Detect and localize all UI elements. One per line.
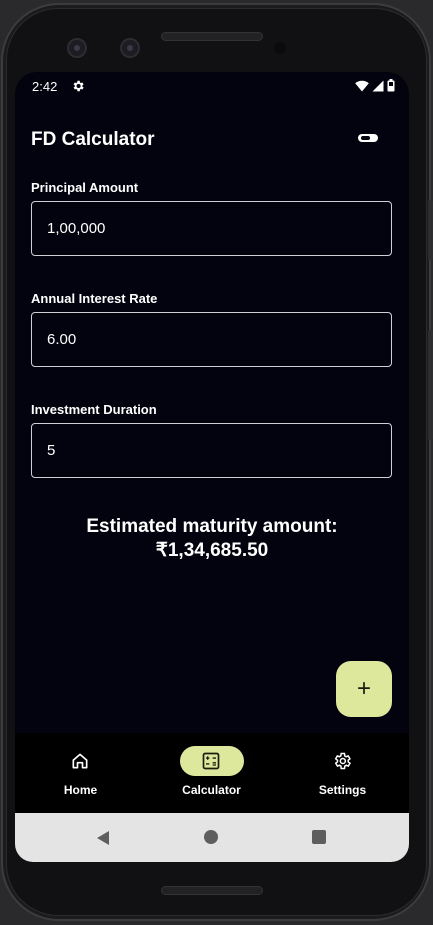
system-navigation-bar: [15, 813, 409, 862]
volume-button: [428, 200, 433, 260]
device-frame: 2:42 FD Calculator Principal Amount 1,00…: [0, 0, 433, 925]
principal-label: Principal Amount: [31, 180, 139, 195]
nav-label-home: Home: [63, 783, 98, 797]
bottom-speaker: [161, 886, 263, 895]
status-bar: 2:42: [15, 72, 409, 100]
front-camera-icon: [120, 38, 140, 58]
home-icon: [72, 753, 88, 769]
nav-item-home[interactable]: Home: [15, 733, 146, 813]
settings-icon: [334, 752, 351, 770]
bottom-navigation: Home Calculator Settings: [15, 733, 409, 813]
cellular-signal-icon: [372, 80, 384, 91]
proximity-sensor: [274, 42, 286, 54]
maturity-label: Estimated maturity amount:: [86, 516, 338, 537]
power-button: [428, 330, 433, 440]
back-icon[interactable]: [96, 830, 110, 846]
gear-icon: [73, 80, 84, 92]
interest-rate-input[interactable]: [31, 312, 392, 367]
maturity-amount: ₹1,34,685.50: [155, 540, 269, 561]
status-time: 2:42: [32, 79, 58, 94]
principal-amount-input[interactable]: [31, 201, 392, 256]
battery-icon: [387, 79, 395, 92]
maturity-result: Estimated maturity amount: ₹1,34,685.50: [15, 515, 409, 563]
wifi-icon: [355, 80, 369, 91]
interest-rate-label: Annual Interest Rate: [31, 291, 158, 306]
nav-item-settings[interactable]: Settings: [277, 733, 408, 813]
home-circle-icon[interactable]: [204, 830, 218, 844]
phone-screen: 2:42 FD Calculator Principal Amount 1,00…: [15, 72, 409, 862]
duration-label: Investment Duration: [31, 402, 157, 417]
nav-label-settings: Settings: [318, 783, 367, 797]
earpiece-speaker: [161, 32, 263, 41]
plus-icon: +: [356, 675, 371, 702]
recents-icon[interactable]: [312, 830, 326, 844]
front-camera-icon: [67, 38, 87, 58]
theme-toggle-icon[interactable]: [358, 134, 378, 142]
add-fab-button[interactable]: +: [336, 661, 392, 717]
status-icons: [355, 79, 395, 92]
nav-label-calculator: Calculator: [182, 783, 241, 797]
investment-duration-input[interactable]: [31, 423, 392, 478]
app-title: FD Calculator: [31, 129, 155, 150]
nav-item-calculator[interactable]: Calculator: [146, 733, 277, 813]
calculator-icon: [202, 752, 220, 770]
